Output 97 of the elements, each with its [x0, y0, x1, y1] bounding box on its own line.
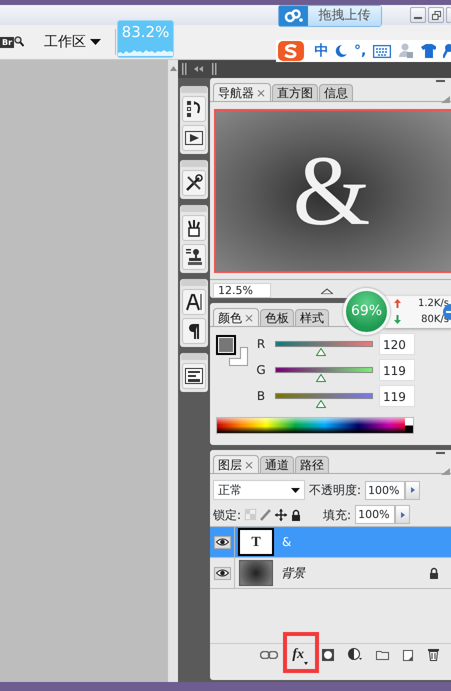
trash-icon[interactable]: [428, 648, 439, 661]
brush-cup-icon: [186, 219, 202, 237]
channel-value-field[interactable]: 119: [379, 359, 415, 381]
upload-speed: 1.2K/s: [416, 297, 450, 311]
dock-group-handle[interactable]: [181, 86, 207, 93]
panel-tab[interactable]: 样式: [295, 309, 330, 326]
caret-icon: [304, 662, 308, 665]
dock-group-handle[interactable]: [181, 353, 207, 360]
eye-icon: [216, 538, 228, 546]
visibility-toggle[interactable]: [214, 536, 230, 548]
mask-icon[interactable]: [322, 648, 334, 660]
upload-arrow-icon: [394, 299, 401, 308]
actions-button[interactable]: [182, 125, 206, 151]
download-arrow-icon: [394, 315, 401, 324]
brush-icon[interactable]: [260, 508, 272, 520]
panel-tab[interactable]: 直方图: [272, 84, 318, 101]
history-button[interactable]: [182, 96, 206, 122]
layer-thumbnail: T: [238, 528, 274, 556]
fill-label: 填充:: [323, 506, 352, 524]
cloud-icon: [284, 9, 304, 23]
navigator-preview[interactable]: &: [214, 109, 451, 273]
panel-tab[interactable]: 导航器 ×: [213, 83, 272, 101]
download-speed: 80K/s: [420, 313, 450, 327]
fill-slider-button[interactable]: [395, 505, 410, 524]
eye-icon: [216, 569, 228, 577]
layer-comps-button[interactable]: [182, 363, 206, 389]
channel-value-field[interactable]: 120: [379, 333, 415, 355]
lock-icon[interactable]: [291, 508, 302, 520]
zoom-field[interactable]: 12.5%: [213, 283, 271, 298]
layer-name: &: [282, 534, 292, 551]
channel-label: G: [255, 362, 267, 379]
moon-icon[interactable]: [335, 44, 348, 58]
bridge-button[interactable]: Br: [0, 32, 24, 52]
canvas-text: &: [292, 141, 370, 241]
panel-tab[interactable]: 颜色 ×: [213, 308, 260, 326]
upload-button[interactable]: 拖拽上传: [278, 5, 382, 27]
minimize-button[interactable]: [410, 7, 426, 23]
play-icon: [185, 131, 203, 145]
blend-mode-dropdown[interactable]: 正常: [213, 480, 305, 500]
channel-value-field[interactable]: 119: [379, 385, 415, 407]
caret-icon: [291, 488, 300, 492]
opacity-field[interactable]: 100%: [365, 480, 406, 500]
panel-tab[interactable]: 图层 ×: [213, 455, 260, 473]
wrench-icon[interactable]: [443, 44, 451, 58]
arrow-right-icon: [410, 487, 415, 493]
opacity-slider-button[interactable]: [405, 480, 420, 500]
visibility-toggle[interactable]: [214, 566, 230, 580]
tools-icon: [185, 174, 203, 192]
folder-icon[interactable]: [376, 649, 389, 660]
ime-mode[interactable]: 中: [314, 40, 328, 62]
character-button[interactable]: [182, 289, 206, 315]
paragraph-button[interactable]: [182, 318, 206, 344]
arrow-right-icon: [400, 512, 405, 518]
search-icon: [14, 36, 24, 48]
keyboard-icon[interactable]: [373, 44, 391, 58]
new-layer-icon[interactable]: [403, 648, 414, 660]
move-icon[interactable]: [275, 508, 288, 520]
channel-label: B: [256, 388, 266, 405]
dock-group-handle[interactable]: [181, 205, 207, 212]
foreground-swatch[interactable]: [216, 335, 236, 355]
restore-icon: [432, 10, 440, 20]
caret-icon: [90, 38, 102, 46]
tool-presets-button[interactable]: [182, 170, 206, 196]
brushes-button[interactable]: [182, 215, 206, 241]
zoom-out-icon[interactable]: [321, 288, 333, 294]
dock-group-handle[interactable]: [181, 160, 207, 167]
dock-group-handle[interactable]: [181, 279, 207, 286]
comps-icon: [185, 368, 203, 384]
channel-label: R: [256, 336, 266, 353]
cpu-reading: 83.2%: [120, 22, 170, 43]
adjustment-icon[interactable]: [348, 648, 362, 661]
workspace-menu[interactable]: 工作区: [42, 32, 104, 52]
lock-label: 锁定:: [213, 506, 242, 524]
layer-name: 背景: [281, 565, 305, 582]
color-spectrum[interactable]: [216, 417, 414, 434]
usage-graph: [118, 48, 173, 56]
layer-row[interactable]: 背景: [210, 558, 451, 589]
scroll-up-icon[interactable]: [170, 66, 176, 71]
background-swatch[interactable]: [229, 347, 248, 366]
punctuation-toggle[interactable]: °,: [354, 40, 366, 62]
clone-source-button[interactable]: [182, 244, 206, 270]
pilcrow-icon: [188, 322, 200, 340]
panel-tab[interactable]: 通道: [260, 456, 294, 473]
restore-button[interactable]: [428, 7, 444, 23]
history-icon: [186, 100, 202, 118]
panel-tab[interactable]: 路径: [295, 456, 330, 473]
panel-tab[interactable]: 色板: [260, 309, 294, 326]
shirt-icon[interactable]: [420, 44, 436, 58]
opacity-label: 不透明度:: [309, 482, 362, 499]
panel-tab[interactable]: 信息: [319, 84, 354, 101]
layer-row[interactable]: T &: [210, 527, 451, 558]
fill-field[interactable]: 100%: [355, 505, 396, 524]
layer-style-button[interactable]: fx: [292, 644, 308, 665]
type-icon: [186, 293, 202, 311]
layer-thumbnail: [239, 560, 273, 586]
link-icon[interactable]: [260, 650, 278, 658]
stamp-icon: [186, 248, 202, 266]
